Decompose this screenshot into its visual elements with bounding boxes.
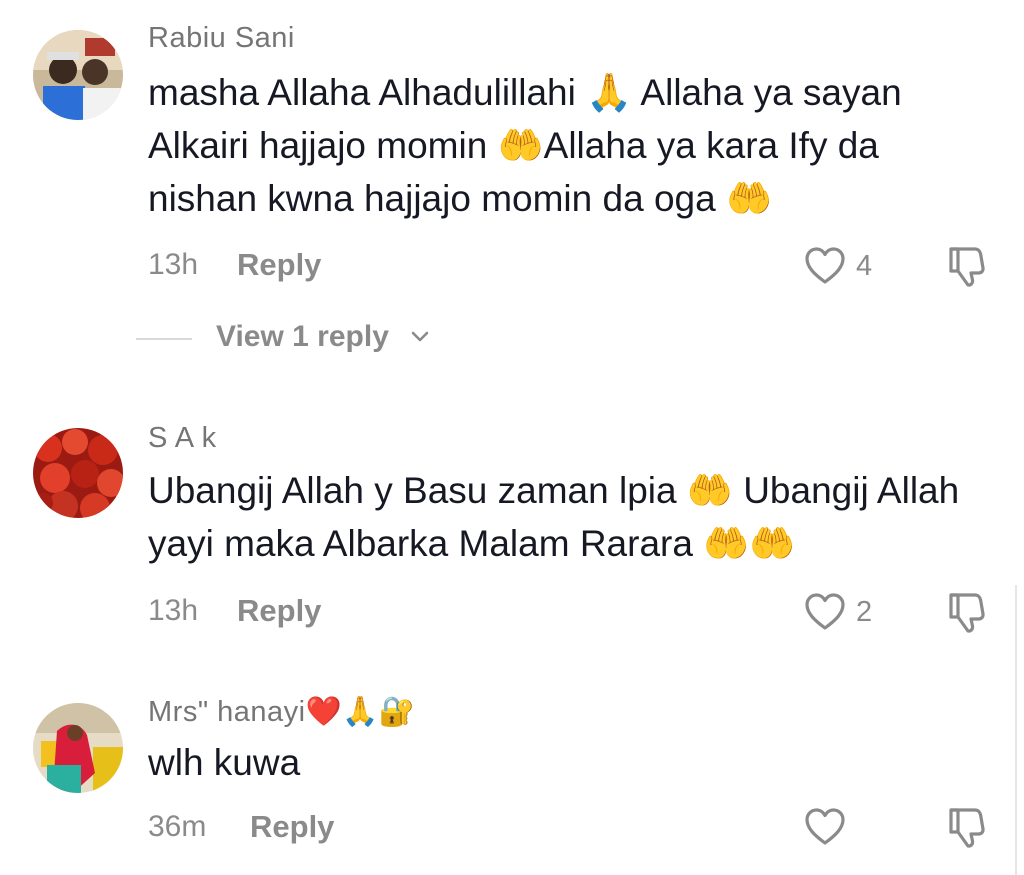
comment-text: wlh kuwa (148, 742, 301, 783)
heart-outline-icon (805, 808, 845, 845)
like-button[interactable] (804, 807, 846, 847)
comment-timestamp: 36m (148, 810, 207, 843)
avatar[interactable] (33, 703, 123, 793)
comment-username[interactable]: Mrs" hanayi❤️🙏🔐 (148, 695, 415, 729)
thumbs-down-outline-icon (949, 808, 985, 848)
reply-button[interactable]: Reply (250, 809, 334, 845)
dislike-button[interactable] (945, 805, 991, 849)
scrollbar[interactable] (1015, 585, 1017, 875)
comment-item: Mrs" hanayi❤️🙏🔐 wlh kuwa 36m Reply (0, 0, 1024, 875)
